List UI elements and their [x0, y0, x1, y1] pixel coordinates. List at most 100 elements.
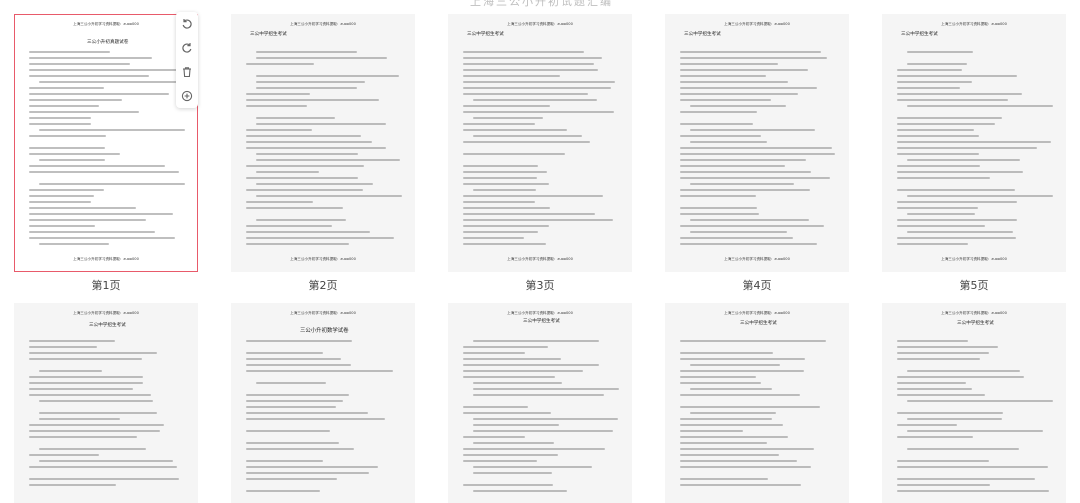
page-footer: 上海三公小升初学习资料提取：zuoo000	[724, 257, 790, 261]
text-line-placeholder	[463, 51, 584, 53]
text-line-placeholder	[29, 111, 139, 113]
text-line-placeholder	[463, 448, 606, 450]
text-line-placeholder	[246, 225, 333, 227]
text-line-placeholder	[907, 231, 1014, 233]
text-line-placeholder	[463, 213, 596, 215]
text-line-placeholder	[463, 201, 535, 203]
page-title: 三公中学招生考试	[467, 32, 504, 37]
page-cell-5[interactable]: 上海三公小升初学习资料提取：zuoo000 三公中学招生考试 上海三公小升初学习…	[882, 14, 1066, 292]
text-line-placeholder	[256, 117, 335, 119]
text-line-placeholder	[897, 177, 991, 179]
page-label: 第4页	[742, 279, 772, 292]
text-line-placeholder	[690, 412, 776, 414]
text-line-placeholder	[897, 87, 961, 89]
page-thumbnail-10[interactable]: 上海三公小升初学习资料提取：zuoo000 三公中学招生考试	[882, 303, 1066, 503]
page-footer: 上海三公小升初学习资料提取：zuoo000	[290, 257, 356, 261]
page-thumbnail-grid: 上海三公小升初学习资料提取：zuoo000 三公小升初真题试卷 上海三公小升初学…	[14, 14, 1066, 503]
text-line-placeholder	[246, 231, 370, 233]
text-line-placeholder	[246, 394, 349, 396]
trash-icon[interactable]	[179, 64, 195, 80]
text-line-placeholder	[246, 141, 373, 143]
page-cell-2[interactable]: 上海三公小升初学习资料提取：zuoo000 三公中学招生考试 上海三公小升初学习…	[231, 14, 415, 292]
page-thumbnail-9[interactable]: 上海三公小升初学习资料提取：zuoo000 三公中学招生考试	[665, 303, 849, 503]
text-line-placeholder	[897, 424, 958, 426]
page-thumbnail-2[interactable]: 上海三公小升初学习资料提取：zuoo000 三公中学招生考试 上海三公小升初学习…	[231, 14, 415, 272]
text-line-placeholder	[680, 189, 810, 191]
page-cell-4[interactable]: 上海三公小升初学习资料提取：zuoo000 三公中学招生考试 上海三公小升初学习…	[665, 14, 849, 292]
page-title: 三公中学招生考试	[250, 32, 287, 37]
page-cell-8[interactable]: 上海三公小升初学习资料提取：zuoo000 三公中学招生考试	[448, 303, 632, 503]
page-cell-1[interactable]: 上海三公小升初学习资料提取：zuoo000 三公小升初真题试卷 上海三公小升初学…	[14, 14, 198, 292]
text-line-placeholder	[473, 424, 559, 426]
text-line-placeholder	[897, 141, 1051, 143]
rotate-left-icon[interactable]	[179, 16, 195, 32]
text-line-placeholder	[690, 105, 787, 107]
text-line-placeholder	[29, 436, 138, 438]
text-line-placeholder	[690, 141, 767, 143]
text-line-placeholder	[246, 99, 379, 101]
rotate-right-icon[interactable]	[179, 40, 195, 56]
page-thumbnail-4[interactable]: 上海三公小升初学习资料提取：zuoo000 三公中学招生考试 上海三公小升初学习…	[665, 14, 849, 272]
text-line-placeholder	[246, 201, 313, 203]
text-line-placeholder	[680, 442, 767, 444]
text-line-placeholder	[897, 147, 1038, 149]
page-thumbnail-3[interactable]: 上海三公小升初学习资料提取：zuoo000 三公中学招生考试 上海三公小升初学习…	[448, 14, 632, 272]
text-line-placeholder	[680, 135, 762, 137]
page-cell-7[interactable]: 上海三公小升初学习资料提取：zuoo000 三公小升初数学试卷	[231, 303, 415, 503]
text-line-placeholder	[463, 75, 561, 77]
text-line-placeholder	[39, 183, 185, 185]
page-header: 上海三公小升初学习资料提取：zuoo000	[724, 22, 790, 26]
page-thumbnail-7[interactable]: 上海三公小升初学习资料提取：zuoo000 三公小升初数学试卷	[231, 303, 415, 503]
text-line-placeholder	[897, 225, 986, 227]
text-line-placeholder	[897, 153, 979, 155]
text-line-placeholder	[246, 430, 331, 432]
page-footer: 上海三公小升初学习资料提取：zuoo000	[73, 257, 139, 261]
text-line-placeholder	[463, 352, 526, 354]
text-line-placeholder	[29, 340, 115, 342]
text-line-placeholder	[680, 225, 824, 227]
text-line-placeholder	[680, 213, 759, 215]
text-line-placeholder	[907, 51, 973, 53]
text-line-placeholder	[897, 219, 1018, 221]
page-thumbnail-1[interactable]: 上海三公小升初学习资料提取：zuoo000 三公小升初真题试卷 上海三公小升初学…	[14, 14, 198, 272]
text-line-placeholder	[246, 147, 387, 149]
text-line-placeholder	[29, 346, 98, 348]
page-thumbnail-6[interactable]: 上海三公小升初学习资料提取：zuoo000 三公中学招生考试	[14, 303, 198, 503]
text-line-placeholder	[897, 358, 980, 360]
add-icon[interactable]	[179, 88, 195, 104]
text-line-placeholder	[463, 207, 551, 209]
page-cell-9[interactable]: 上海三公小升初学习资料提取：zuoo000 三公中学招生考试	[665, 303, 849, 503]
text-line-placeholder	[907, 448, 1019, 450]
text-line-placeholder	[29, 147, 106, 149]
page-action-toolbar	[176, 12, 198, 108]
page-title: 三公小升初真题试卷	[87, 40, 129, 45]
text-line-placeholder	[29, 237, 175, 239]
text-line-placeholder	[690, 364, 781, 366]
page-cell-6[interactable]: 上海三公小升初学习资料提取：zuoo000 三公中学招生考试	[14, 303, 198, 503]
text-line-placeholder	[246, 340, 352, 342]
page-title: 三公中学招生考试	[957, 321, 994, 326]
text-line-placeholder	[897, 129, 974, 131]
text-line-placeholder	[680, 147, 832, 149]
text-line-placeholder	[29, 51, 110, 53]
text-line-placeholder	[897, 123, 995, 125]
text-line-placeholder	[473, 442, 555, 444]
page-cell-10[interactable]: 上海三公小升初学习资料提取：zuoo000 三公中学招生考试	[882, 303, 1066, 503]
page-header: 上海三公小升初学习资料提取：zuoo000	[941, 311, 1007, 315]
page-header: 上海三公小升初学习资料提取：zuoo000	[73, 311, 139, 315]
text-line-placeholder	[680, 406, 821, 408]
text-line-placeholder	[680, 165, 786, 167]
text-line-placeholder	[680, 424, 783, 426]
page-thumbnail-5[interactable]: 上海三公小升初学习资料提取：zuoo000 三公中学招生考试 上海三公小升初学习…	[882, 14, 1066, 272]
page-cell-3[interactable]: 上海三公小升初学习资料提取：zuoo000 三公中学招生考试 上海三公小升初学习…	[448, 14, 632, 292]
text-line-placeholder	[680, 87, 817, 89]
text-line-placeholder	[29, 165, 166, 167]
text-line-placeholder	[680, 57, 828, 59]
page-thumbnail-8[interactable]: 上海三公小升初学习资料提取：zuoo000 三公中学招生考试	[448, 303, 632, 503]
text-line-placeholder	[897, 117, 1002, 119]
text-line-placeholder	[246, 243, 350, 245]
text-line-placeholder	[246, 448, 355, 450]
page-title: 三公中学招生考试	[901, 32, 938, 37]
text-line-placeholder	[29, 213, 173, 215]
text-line-placeholder	[29, 201, 92, 203]
